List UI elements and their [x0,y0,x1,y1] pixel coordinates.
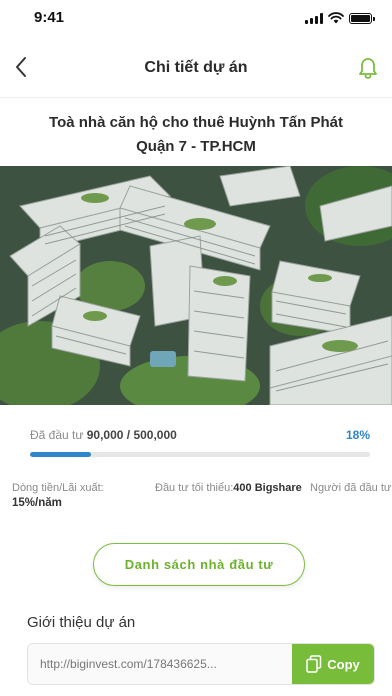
app-header: Chi tiết dự án [0,40,392,98]
progress-fill [30,452,92,457]
wifi-icon [328,12,344,24]
bell-icon [359,58,377,79]
status-time: 9:41 [34,9,65,26]
copy-button[interactable]: Copy [292,644,374,684]
progress-percent: 18% [345,428,370,442]
battery-icon [349,12,375,24]
aerial-apartment-buildings-image [0,166,392,405]
copy-label: Copy [327,656,360,672]
investors-count: Người đã đầu tư:23 [310,482,392,494]
interest-label: Dòng tiền/Lãi xuất: [12,482,104,494]
project-link-row: http://biginvest.com/178436625... Copy [27,643,375,685]
min-investment-label: Đầu tư tối thiểu: [155,482,234,494]
page-title: Chi tiết dự án [144,59,248,76]
signal-icon [305,12,323,24]
copy-icon [306,655,322,673]
notification-button[interactable] [354,54,382,82]
progress-bar [30,452,370,457]
status-bar: 9:41 [0,0,392,40]
progress-amount: 90,000 / 500,000 [86,428,177,442]
intro-heading: Giới thiệu dự án [27,614,136,631]
investors-label: Người đã đầu tư: [310,482,392,494]
project-photo [0,166,392,405]
interest-value: 15%/năm [12,497,62,509]
project-link-field[interactable]: http://biginvest.com/178436625... [28,644,292,684]
investor-list-button[interactable]: Danh sách nhà đầu tư [93,543,305,586]
status-icons [305,12,375,24]
min-investment: Đầu tư tối thiểu:400 Bigshare [155,482,302,494]
progress-label: Đã đầu tư 90,000 / 500,000 [30,428,177,442]
min-investment-value: 400 Bigshare [233,482,302,494]
project-title-line2: Quận 7 - TP.HCM [136,138,256,155]
project-title-line1: Toà nhà căn hộ cho thuê Huỳnh Tấn Phát [49,114,343,131]
progress-label-text: Đã đầu tư [30,428,84,442]
project-info-row: Dòng tiền/Lãi xuất: 15%/năm Đầu tư tối t… [12,482,392,518]
project-title: Toà nhà căn hộ cho thuê Huỳnh Tấn Phát Q… [0,111,392,159]
